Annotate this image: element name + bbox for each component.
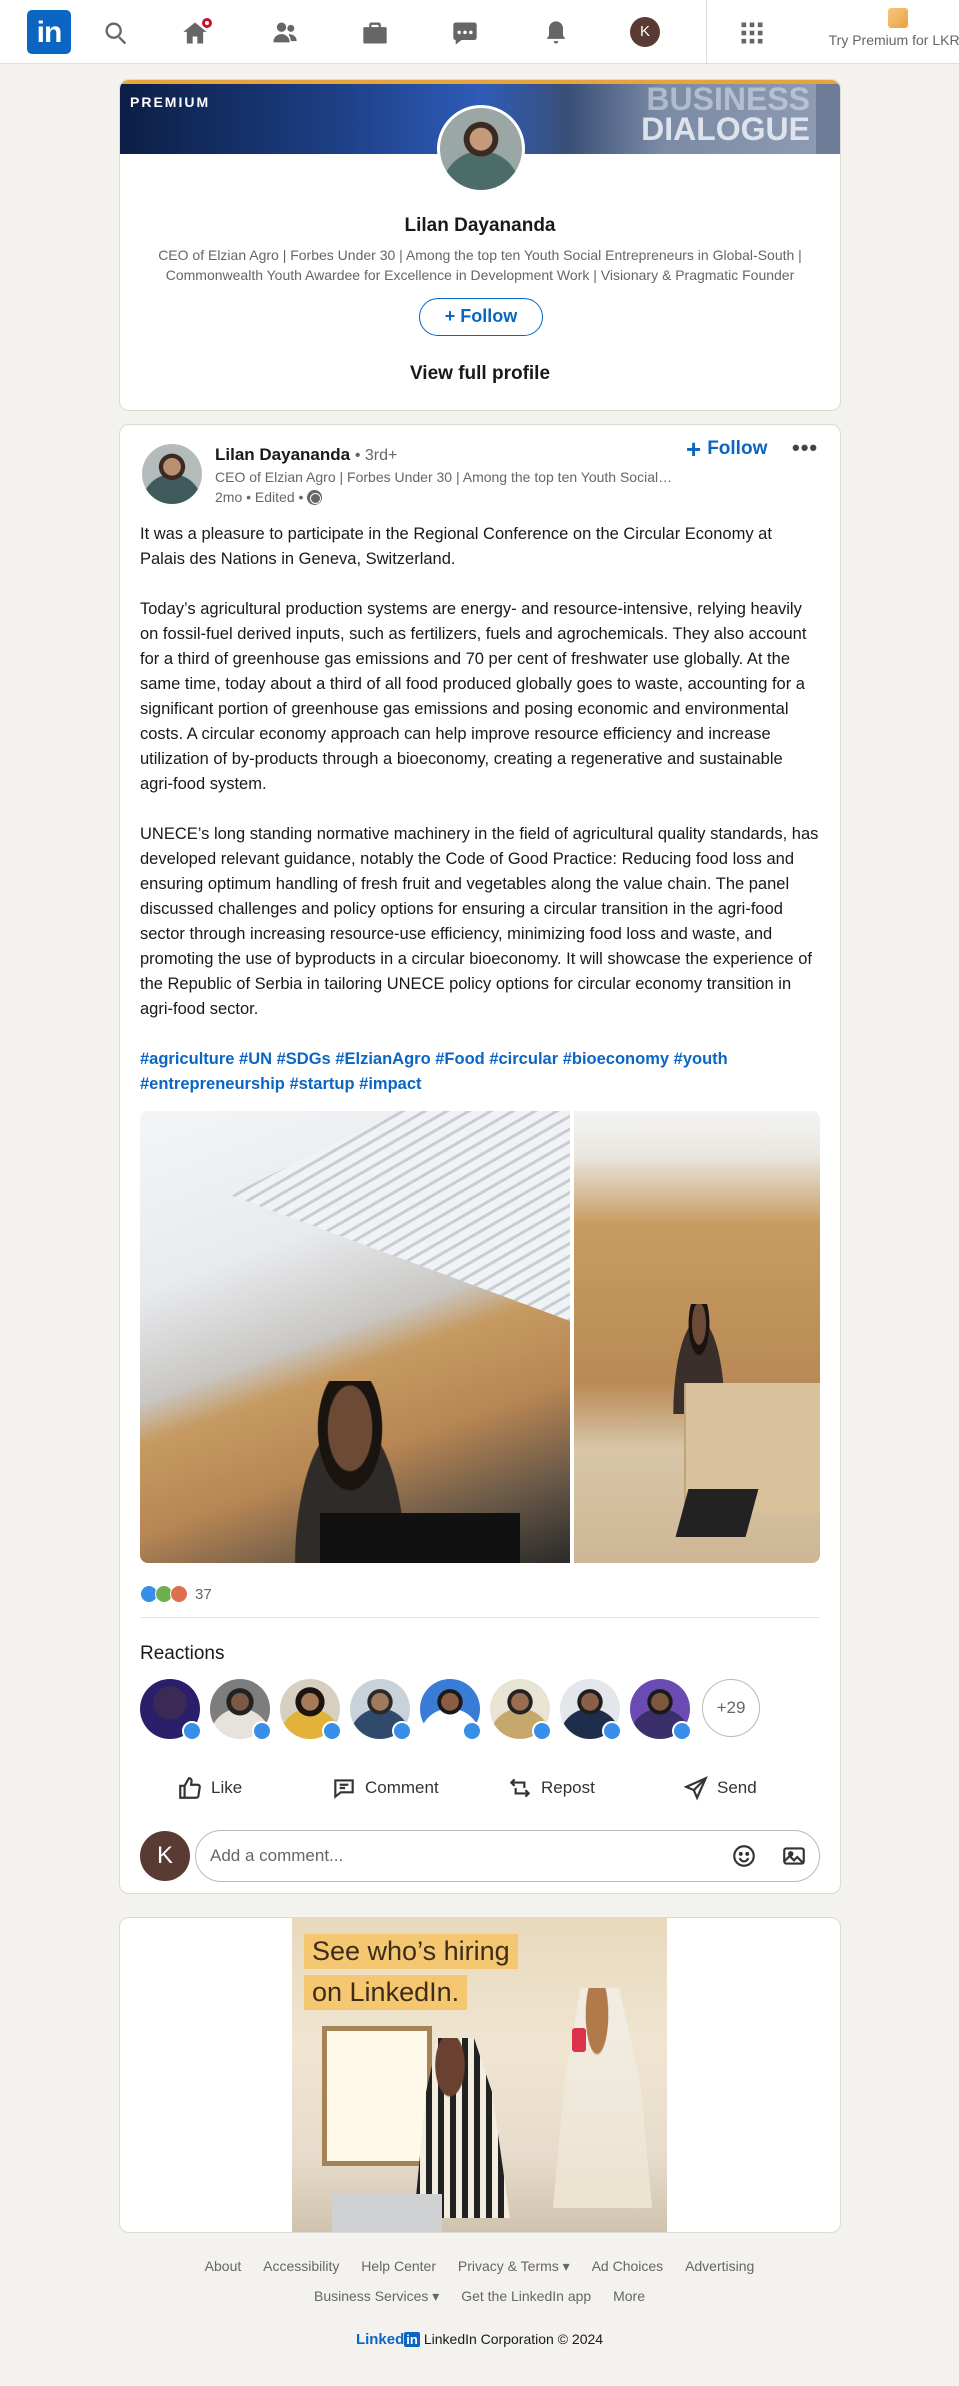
nav-divider [706,0,707,64]
reaction-summary[interactable]: 37 [140,1585,212,1603]
post-follow-button[interactable]: + Follow [686,436,767,462]
reactions-heading: Reactions [140,1643,225,1664]
my-network-icon[interactable] [270,18,300,48]
reactor-avatar[interactable] [350,1679,412,1741]
reactor-avatar[interactable] [560,1679,622,1741]
thumbs-up-icon [179,1777,201,1799]
divider [140,1617,820,1618]
try-premium-link[interactable]: Try Premium for LKR0 [828,8,959,58]
post-images[interactable] [140,1111,820,1563]
repost-icon [509,1778,531,1798]
linkedin-in-box: in [404,2332,420,2347]
post-paragraph: UNECE’s long standing normative machiner… [140,825,819,1018]
hiring-ad[interactable]: See who’s hiring on LinkedIn. [119,1917,841,2233]
reactors-list: +29 [140,1679,820,1741]
messaging-icon[interactable] [450,18,480,48]
like-badge-icon [462,1721,482,1741]
send-icon [683,1776,708,1801]
top-nav: in K Try Premium for LKR0 [0,0,959,64]
post-paragraph: Today’s agricultural production systems … [140,600,807,793]
try-premium-label: Try Premium for LKR0 [828,32,959,48]
footer-link-get-app[interactable]: Get the LinkedIn app [461,2288,591,2304]
profile-headline: CEO of Elzian Agro | Forbes Under 30 | A… [158,247,802,283]
follow-button[interactable]: + Follow [419,298,543,336]
linkedin-wordmark: Linked [355,2331,405,2348]
reactor-avatar[interactable] [630,1679,692,1741]
reactor-avatar[interactable] [280,1679,342,1741]
footer-links-row-1: About Accessibility Help Center Privacy … [0,2258,959,2275]
comment-icon [334,1779,354,1799]
profile-photo[interactable] [437,105,525,193]
reactor-avatar[interactable] [490,1679,552,1741]
post-author-avatar[interactable] [142,444,202,504]
connection-degree: • 3rd+ [354,447,398,464]
premium-icon [888,8,908,28]
repost-button[interactable]: Repost [507,1765,595,1811]
like-badge-icon [392,1721,412,1741]
emoji-icon[interactable] [731,1843,757,1869]
profile-name[interactable]: Lilan Dayananda [120,215,840,237]
post-image-speaker-podium[interactable] [574,1111,820,1563]
like-badge-icon [252,1721,272,1741]
like-badge-icon [672,1721,692,1741]
footer-link-privacy-terms[interactable]: Privacy & Terms ▾ [458,2258,570,2274]
banner-lettering: BUSINESS DIALOGUE [641,81,810,147]
footer-link-ad-choices[interactable]: Ad Choices [592,2258,664,2274]
banner-edge [816,84,840,154]
more-options-icon[interactable]: ••• [792,435,818,461]
like-button[interactable]: Like [177,1765,242,1811]
footer-link-more[interactable]: More [613,2288,645,2304]
like-badge-icon [532,1721,552,1741]
reactor-avatar[interactable] [210,1679,272,1741]
globe-icon [307,489,323,505]
comment-input[interactable] [195,1830,820,1882]
footer-brand: Linked in LinkedIn Corporation © 2024 [0,2331,959,2348]
reactor-avatar[interactable] [420,1679,482,1741]
search-icon[interactable] [101,18,131,48]
more-reactors-button[interactable]: +29 [702,1679,760,1737]
commenter-avatar: K [140,1831,190,1881]
like-badge-icon [182,1721,202,1741]
notifications-bell-icon[interactable] [541,18,571,48]
reactor-avatar[interactable] [140,1679,202,1741]
author-profile-card: PREMIUM BUSINESS DIALOGUE Lilan Dayanand… [119,79,841,411]
ad-image[interactable]: See who’s hiring on LinkedIn. [292,1918,667,2232]
ad-headline-line-1: See who’s hiring [304,1934,518,1969]
footer-links-row-2: Business Services ▾ Get the LinkedIn app… [0,2288,959,2305]
post-actions: Like Comment Repost Send [140,1765,820,1811]
footer-link-help-center[interactable]: Help Center [361,2258,436,2274]
home-icon[interactable] [180,16,214,48]
me-avatar[interactable]: K [630,17,660,47]
view-full-profile-link[interactable]: View full profile [120,363,840,385]
comment-button[interactable]: Comment [331,1765,439,1811]
send-button[interactable]: Send [683,1765,757,1811]
post-hashtags[interactable]: #agriculture #UN #SDGs #ElzianAgro #Food… [140,1047,820,1097]
comment-composer: K [140,1830,820,1882]
image-icon[interactable] [781,1843,807,1869]
premium-tag: PREMIUM [130,94,211,110]
feed-post: Lilan Dayananda • 3rd+ CEO of Elzian Agr… [119,424,841,1894]
post-author-name[interactable]: Lilan Dayananda • 3rd+ [215,445,397,465]
ad-headline-line-2: on LinkedIn. [304,1975,468,2010]
copyright: LinkedIn Corporation © 2024 [423,2331,604,2347]
post-timestamp: 2mo • Edited • [215,489,323,505]
linkedin-logo[interactable]: in [27,10,71,54]
reaction-count[interactable]: 37 [195,1586,212,1603]
footer-link-about[interactable]: About [205,2258,242,2274]
love-reaction-icon [170,1585,188,1603]
jobs-icon[interactable] [360,18,390,48]
post-text: It was a pleasure to participate in the … [140,522,820,1122]
like-badge-icon [602,1721,622,1741]
notification-badge [200,16,214,30]
post-paragraph: It was a pleasure to participate in the … [140,525,772,568]
post-author-headline: CEO of Elzian Agro | Forbes Under 30 | A… [215,469,675,485]
footer-link-accessibility[interactable]: Accessibility [263,2258,339,2274]
apps-grid-icon[interactable] [737,18,767,48]
post-image-speaker-closeup[interactable] [140,1111,570,1563]
footer-link-advertising[interactable]: Advertising [685,2258,754,2274]
like-badge-icon [322,1721,342,1741]
footer-link-business-services[interactable]: Business Services ▾ [314,2288,439,2304]
